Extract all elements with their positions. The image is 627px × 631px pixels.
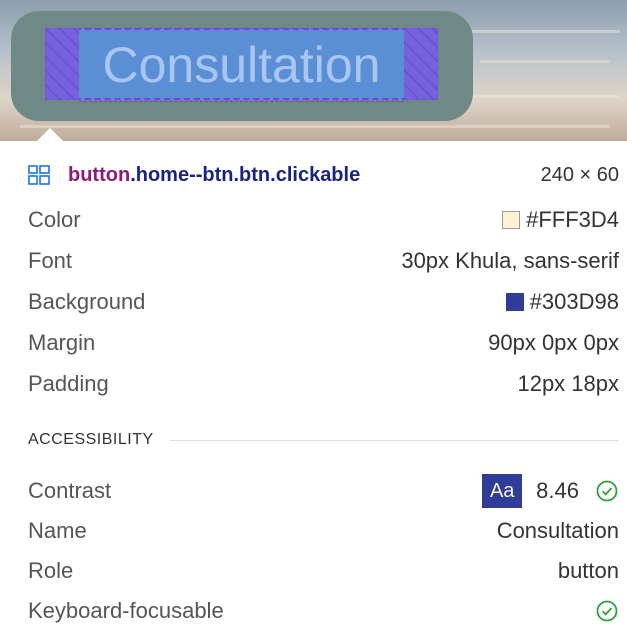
property-value: 12px 18px [517,371,619,396]
accessibility-row-keyboard-focusable: Keyboard-focusable [28,591,619,631]
property-value: 30px Khula, sans-serif [401,248,619,273]
color-swatch [502,211,521,229]
property-row-color: Color #FFF3D4 [28,200,619,240]
element-preview: Consultation [0,0,627,141]
highlighted-button[interactable]: Consultation [45,28,438,102]
property-value-text: #303D98 [529,289,619,314]
element-dimensions: 240 × 60 [540,163,619,186]
padding-right-overlay [404,28,438,100]
property-row-background: Background #303D98 [28,282,619,322]
property-row-margin: Margin 90px 0px 0px [28,323,619,363]
sky-streak [480,60,610,63]
property-row-font: Font 30px Khula, sans-serif [28,241,619,281]
property-label: Margin [28,330,96,355]
inspector-tooltip: button.home--btn.btn.clickable 240 × 60 … [0,141,627,626]
property-label: Font [28,248,73,273]
check-circle-icon [596,480,618,502]
property-value: Aa 8.46 [482,474,619,508]
element-layout-icon [28,165,50,185]
property-label: Padding [28,371,109,396]
tooltip-pointer [36,128,64,141]
property-label: Contrast [28,478,112,503]
property-label: Background [28,289,146,314]
property-label: Role [28,558,74,583]
property-label: Keyboard-focusable [28,598,224,623]
element-selector: button.home--btn.btn.clickable [68,164,360,187]
accessibility-row-role: Role button [28,551,619,591]
accessibility-section-header: ACCESSIBILITY [28,429,619,451]
property-value: button [557,558,619,583]
sky-streak [470,30,620,33]
tooltip-header: button.home--btn.btn.clickable 240 × 60 [28,155,619,195]
selector-tag: button [68,163,131,186]
section-title: ACCESSIBILITY [28,431,154,448]
padding-left-overlay [45,28,79,100]
section-divider [169,439,619,441]
contrast-sample: Aa [482,474,523,508]
selector-classes: .home--btn.btn.clickable [130,163,361,186]
property-value: Consultation [496,518,619,543]
contrast-ratio: 8.46 [536,478,579,503]
property-value: #303D98 [505,289,619,315]
highlighted-button-label: Consultation [79,28,404,102]
property-value: 90px 0px 0px [488,330,619,355]
color-swatch [505,293,524,311]
sky-streak [460,95,620,98]
property-label: Color [28,207,81,232]
property-row-padding: Padding 12px 18px [28,364,619,404]
accessibility-row-name: Name Consultation [28,511,619,551]
property-value [579,599,619,623]
property-value-text: #FFF3D4 [526,207,619,232]
check-circle-icon [596,600,618,622]
property-label: Name [28,518,87,543]
accessibility-row-contrast: Contrast Aa 8.46 [28,471,619,511]
sky-streak [20,125,610,128]
property-value: #FFF3D4 [502,207,619,233]
